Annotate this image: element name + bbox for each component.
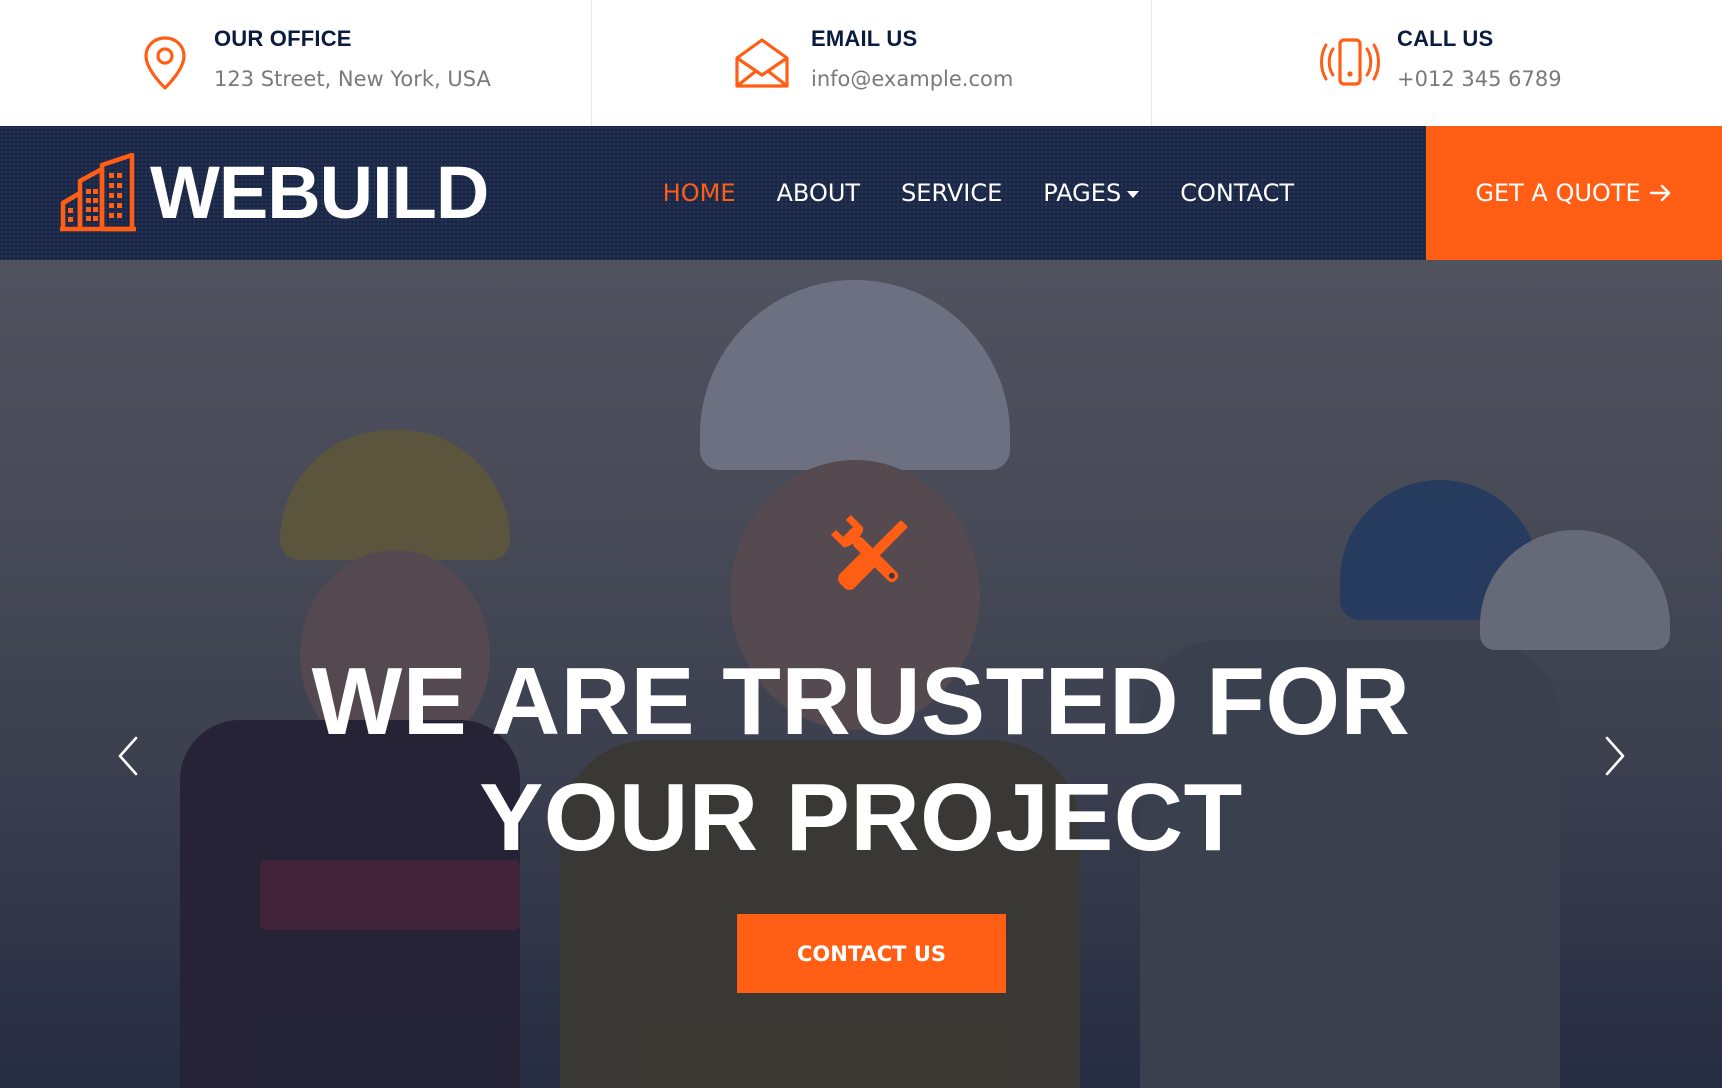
nav-links: HOME ABOUT SERVICE PAGES CONTACT (622, 126, 1294, 260)
arrow-right-icon (1649, 184, 1670, 202)
office-address: 123 Street, New York, USA (214, 67, 491, 91)
hero-content: WE ARE TRUSTED FOR YOUR PROJECT CONTACT … (0, 260, 1722, 1088)
chevron-right-icon[interactable] (1595, 728, 1635, 784)
nav-about[interactable]: ABOUT (776, 179, 860, 207)
nav-contact[interactable]: CONTACT (1180, 179, 1294, 207)
hero-title-line-1: WE ARE TRUSTED FOR (311, 648, 1411, 755)
office-title: OUR OFFICE (214, 26, 352, 51)
caret-down-icon (1127, 190, 1140, 198)
map-pin-icon (144, 36, 186, 90)
office-text: OUR OFFICE 123 Street, New York, USA (214, 26, 491, 92)
envelope-icon (735, 38, 789, 88)
brand-name: WEBUILD (150, 151, 489, 234)
phone-title: CALL US (1397, 26, 1494, 51)
email-info: EMAIL US info@example.com (592, 0, 1152, 126)
phone-text: CALL US +012 345 6789 (1397, 26, 1562, 92)
buildings-icon (60, 153, 136, 232)
hero-title-line-2: YOUR PROJECT (479, 764, 1243, 871)
nav-about-label: ABOUT (776, 179, 861, 207)
quote-label: GET A QUOTE (1475, 179, 1641, 207)
email-title: EMAIL US (811, 26, 918, 51)
nav-pages-label: PAGES (1043, 179, 1122, 207)
phone-vibrate-icon (1320, 38, 1380, 86)
chevron-left-icon[interactable] (108, 728, 148, 784)
email-text: EMAIL US info@example.com (811, 26, 1013, 92)
nav-home[interactable]: HOME (663, 179, 736, 207)
nav-service-label: SERVICE (901, 179, 1003, 207)
contact-us-button[interactable]: CONTACT US (737, 914, 1006, 993)
nav-service[interactable]: SERVICE (901, 179, 1002, 207)
hero-carousel: WE ARE TRUSTED FOR YOUR PROJECT CONTACT … (0, 260, 1722, 1088)
nav-contact-label: CONTACT (1180, 179, 1294, 207)
tools-icon (830, 514, 908, 590)
nav-pages-dropdown[interactable]: PAGES (1043, 179, 1140, 207)
main-navbar: WEBUILD HOME ABOUT SERVICE PAGES CONTACT… (0, 126, 1722, 260)
phone-number[interactable]: +012 345 6789 (1397, 66, 1562, 92)
nav-home-label: HOME (662, 179, 736, 207)
top-info-bar: OUR OFFICE 123 Street, New York, USA EMA… (0, 0, 1722, 126)
office-info: OUR OFFICE 123 Street, New York, USA (0, 0, 592, 126)
phone-info: CALL US +012 345 6789 (1152, 0, 1722, 126)
brand-logo[interactable]: WEBUILD (60, 150, 489, 236)
hero-title: WE ARE TRUSTED FOR YOUR PROJECT (0, 644, 1722, 876)
email-address[interactable]: info@example.com (811, 66, 1013, 92)
get-a-quote-button[interactable]: GET A QUOTE (1426, 126, 1722, 260)
